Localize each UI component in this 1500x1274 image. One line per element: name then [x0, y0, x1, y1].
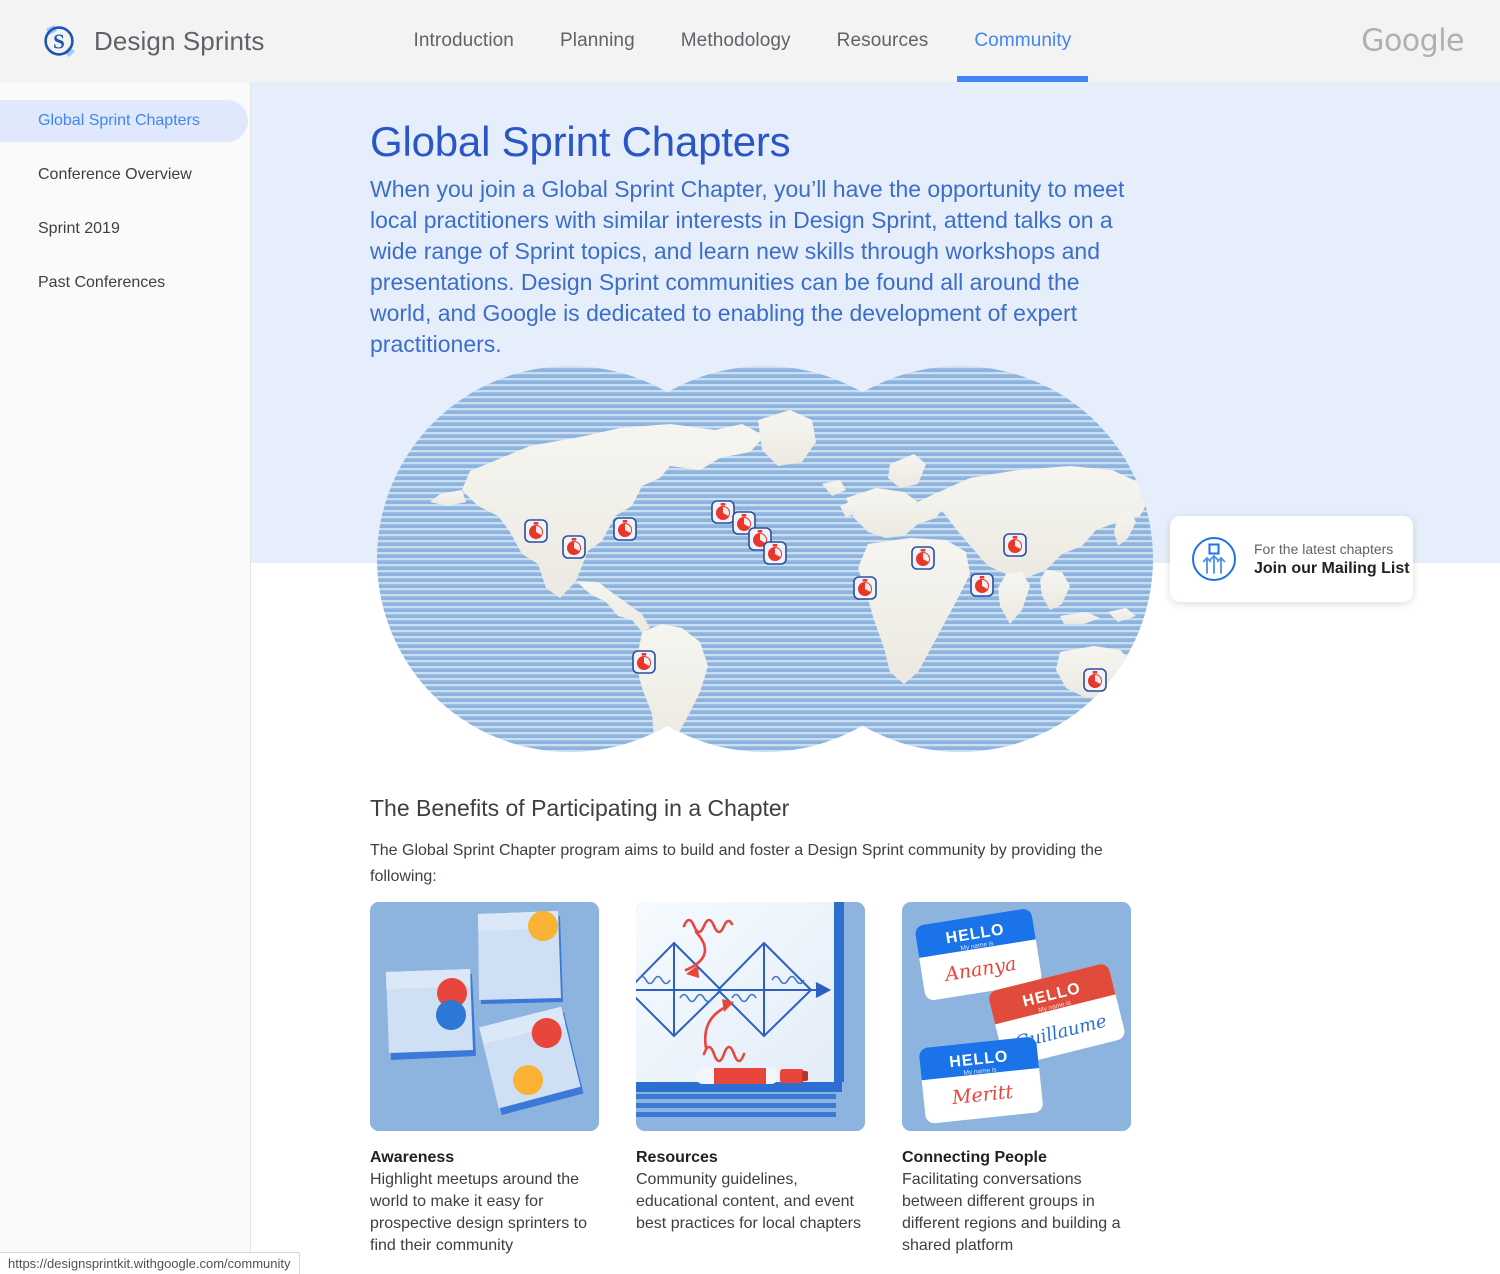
benefit-cards: Awareness Highlight meetups around the w…	[370, 902, 1131, 1257]
sidebar: Global Sprint Chapters Conference Overvi…	[0, 82, 251, 1274]
page-root: S Design Sprints Introduction Planning M…	[0, 0, 1500, 1274]
world-map-svg	[377, 366, 1153, 752]
mailing-list-upload-icon	[1190, 535, 1238, 583]
benefit-card-heading: Connecting People	[902, 1149, 1047, 1166]
design-sprints-s-logo-icon: S	[38, 20, 80, 62]
benefit-card-resources[interactable]: Resources Community guidelines, educatio…	[636, 902, 865, 1257]
mailing-card-subtitle: For the latest chapters	[1254, 540, 1394, 557]
benefit-card-body: Highlight meetups around the world to ma…	[370, 1171, 587, 1254]
hero-paragraph: When you join a Global Sprint Chapter, y…	[370, 176, 1125, 357]
page-title: Global Sprint Chapters	[370, 118, 791, 165]
benefit-card-awareness[interactable]: Awareness Highlight meetups around the w…	[370, 902, 599, 1257]
benefits-subtitle: The Global Sprint Chapter program aims t…	[370, 842, 1103, 885]
mailing-card-title: Join our Mailing List	[1254, 559, 1410, 577]
primary-nav: Introduction Planning Methodology Resour…	[390, 0, 1094, 82]
main-content: Global Sprint Chapters When you join a G…	[251, 82, 1500, 1274]
mailing-card-text: For the latest chapters Join our Mailing…	[1254, 541, 1410, 578]
benefit-card-connecting-people[interactable]: HELLO My name is Ananya HELLO My name is…	[902, 902, 1131, 1257]
hello-name-badges-illustration: HELLO My name is Ananya HELLO My name is…	[902, 902, 1131, 1131]
benefits-title: The Benefits of Participating in a Chapt…	[370, 795, 790, 821]
sticky-notes-dot-voting-illustration	[370, 902, 599, 1131]
benefits-section: The Benefits of Participating in a Chapt…	[370, 795, 1170, 890]
benefit-card-body: Facilitating conversations between diffe…	[902, 1171, 1121, 1254]
status-bar-url: https://designsprintkit.withgoogle.com/c…	[0, 1252, 300, 1274]
svg-text:S: S	[53, 30, 65, 54]
world-map-illustration[interactable]	[370, 366, 1160, 752]
benefit-card-heading: Resources	[636, 1149, 718, 1166]
brand-name: Design Sprints	[94, 25, 265, 56]
hero-section: Global Sprint Chapters When you join a G…	[370, 118, 1130, 360]
brand[interactable]: S Design Sprints	[38, 20, 264, 62]
sidebar-item-sprint-2019[interactable]: Sprint 2019	[0, 208, 248, 250]
nav-item-community[interactable]: Community	[951, 0, 1094, 82]
nav-item-resources[interactable]: Resources	[814, 0, 952, 82]
benefit-card-heading: Awareness	[370, 1149, 455, 1166]
google-logo: Google	[1361, 23, 1464, 59]
nav-item-methodology[interactable]: Methodology	[658, 0, 814, 82]
benefit-card-body: Community guidelines, educational conten…	[636, 1171, 861, 1232]
whiteboard-diagram-marker-illustration	[636, 902, 865, 1131]
sidebar-item-past-conferences[interactable]: Past Conferences	[0, 262, 248, 304]
join-mailing-list-card[interactable]: For the latest chapters Join our Mailing…	[1170, 516, 1413, 602]
sidebar-item-conference-overview[interactable]: Conference Overview	[0, 154, 248, 196]
name-badge-meritt: HELLO My name is Meritt	[919, 1037, 1043, 1124]
sidebar-item-global-sprint-chapters[interactable]: Global Sprint Chapters	[0, 100, 248, 142]
nav-item-introduction[interactable]: Introduction	[390, 0, 537, 82]
nav-item-planning[interactable]: Planning	[537, 0, 658, 82]
top-navigation-bar: S Design Sprints Introduction Planning M…	[0, 0, 1500, 82]
